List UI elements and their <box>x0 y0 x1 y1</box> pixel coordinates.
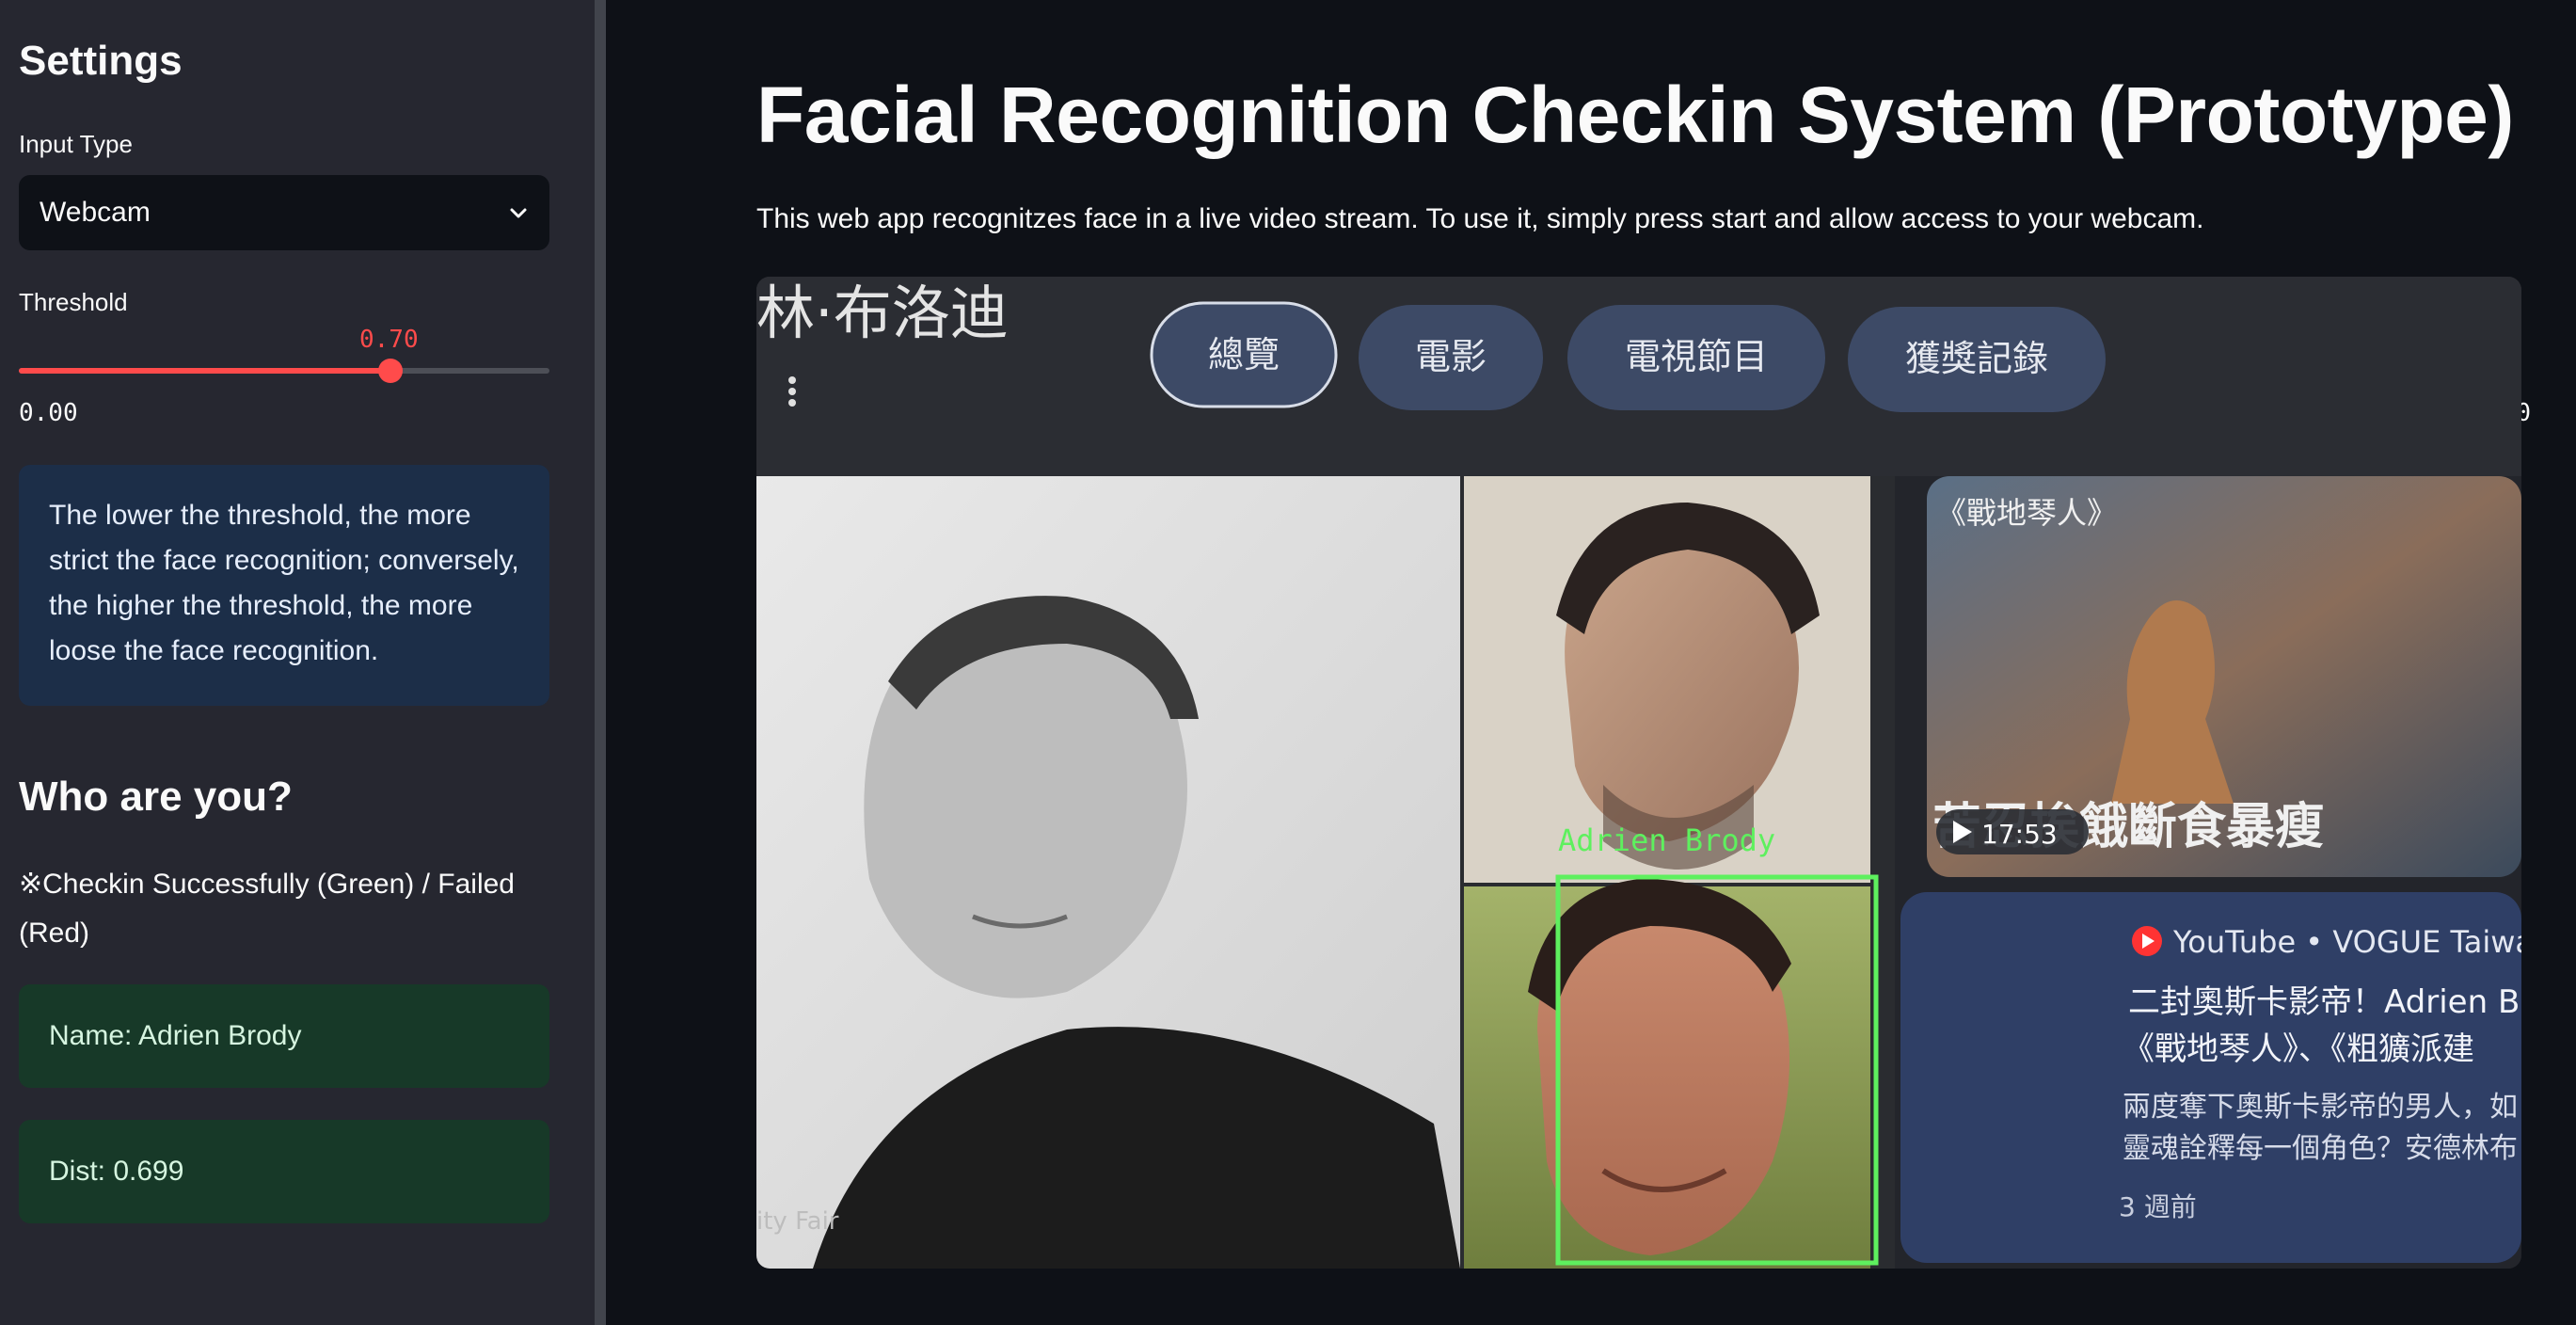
face-detection-label: Adrien Brody <box>1558 822 1775 858</box>
video-tab-awards: 獲獎記錄 <box>1905 338 2048 379</box>
video-frame-image: 林·布洛迪 總覽 電影 電視節目 獲獎記錄 ity Fair 《戰地琴人》 苦忍… <box>756 277 2521 1269</box>
video-source: YouTube • VOGUE Taiwa <box>2172 924 2521 960</box>
checkin-note: ※Checkin Successfully (Green) / Failed (… <box>19 869 515 949</box>
sidebar-heading: Settings <box>19 38 183 84</box>
video-tab-movies: 電影 <box>1415 336 1487 377</box>
card-desc-line1: 兩度奪下奧斯卡影帝的男人，如 <box>2123 1091 2518 1124</box>
video-watermark: ity Fair <box>756 1207 839 1236</box>
threshold-label: Threshold <box>19 288 128 316</box>
input-type-value: Webcam <box>40 197 151 228</box>
threshold-value: 0.70 <box>359 326 419 354</box>
card-title-line2: 《戰地琴人》、《粗獷派建 <box>2123 1030 2474 1068</box>
video-duration: 17:53 <box>1981 819 2058 850</box>
video-tab-overview: 總覽 <box>1208 334 1280 375</box>
input-type-label: Input Type <box>19 130 133 158</box>
result-dist-box: Dist: 0.699 <box>19 1120 549 1223</box>
video-header-text: 林·布洛迪 <box>756 279 1009 347</box>
threshold-info-box: The lower the threshold, the more strict… <box>19 465 549 706</box>
thumbnail-caption: 《戰地琴人》 <box>1936 495 2117 531</box>
result-name-box: Name: Adrien Brody <box>19 984 549 1088</box>
page-description: This web app recognitzes face in a live … <box>756 203 2204 234</box>
card-title-line1: 二封奧斯卡影帝！Adrien B <box>2128 983 2520 1021</box>
chevron-down-icon <box>510 208 527 218</box>
threshold-slider-fill <box>19 368 390 374</box>
who-are-you-heading: Who are you? <box>19 774 293 820</box>
page-title: Facial Recognition Checkin System (Proto… <box>756 71 2514 159</box>
threshold-min: 0.00 <box>19 399 78 427</box>
threshold-slider-thumb[interactable] <box>377 359 403 383</box>
input-type-select[interactable]: Webcam <box>19 175 549 250</box>
sidebar-resize-handle[interactable] <box>595 0 606 1325</box>
webcam-video-stream: 林·布洛迪 總覽 電影 電視節目 獲獎記錄 ity Fair 《戰地琴人》 苦忍… <box>756 277 2521 1269</box>
threshold-slider-track[interactable] <box>19 368 549 374</box>
card-time-ago: 3 週前 <box>2119 1191 2197 1222</box>
card-desc-line2: 靈魂詮釋每一個角色？安德林布 <box>2123 1132 2518 1165</box>
video-tab-tv: 電視節目 <box>1625 336 1768 377</box>
